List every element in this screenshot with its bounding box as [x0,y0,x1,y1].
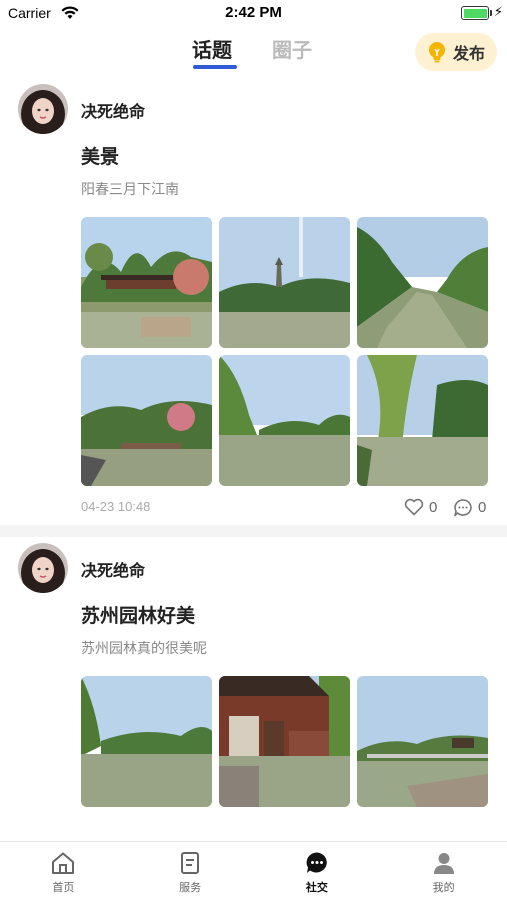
document-icon [181,852,200,874]
photo-thumbnail[interactable] [219,676,350,807]
post-divider [0,525,507,537]
post-body: 阳春三月下江南 [81,182,179,198]
person-icon [433,853,454,874]
lightbulb-icon [428,42,445,63]
post-body: 苏州园林真的很美呢 [81,641,207,657]
chat-bubble-icon [306,852,327,873]
photo-thumbnail[interactable] [81,676,212,807]
clock: 2:42 PM [225,4,282,21]
photo-grid [81,676,489,807]
photo-thumbnail[interactable] [357,676,488,807]
avatar[interactable] [18,543,68,593]
username[interactable]: 决死绝命 [81,557,145,581]
like-button[interactable]: 0 [404,498,437,516]
tab-topics[interactable]: 话题 [192,34,232,63]
photo-thumbnail[interactable] [219,355,350,486]
avatar[interactable] [18,84,68,134]
status-bar: Carrier 2:42 PM ⚡ [0,0,507,28]
tab-service[interactable]: 服务 [127,842,254,900]
photo-thumbnail[interactable] [357,217,488,348]
post-card[interactable]: 决死绝命 美景 阳春三月下江南 04-23 10:48 0 0 [0,78,507,525]
username[interactable]: 决死绝命 [81,98,145,122]
publish-button[interactable]: 发布 [415,33,497,71]
publish-label: 发布 [452,44,485,63]
tab-service-label: 服务 [179,881,202,894]
tab-profile[interactable]: 我的 [380,842,507,900]
bottom-tab-bar: 首页 服务 社交 我的 [0,841,507,900]
active-tab-indicator [193,65,237,69]
bolt-icon: ⚡ [493,5,503,20]
post-meta: 04-23 10:48 0 0 [81,498,489,518]
photo-thumbnail[interactable] [81,355,212,486]
photo-thumbnail[interactable] [81,217,212,348]
like-count: 0 [429,498,438,516]
home-icon [52,852,75,874]
post-feed[interactable]: 决死绝命 美景 阳春三月下江南 04-23 10:48 0 0 决死绝命 苏州园… [0,78,507,900]
photo-thumbnail[interactable] [357,355,488,486]
heart-icon [404,498,424,516]
tab-social[interactable]: 社交 [254,842,381,900]
post-title: 美景 [81,146,120,168]
tab-circles[interactable]: 圈子 [272,34,312,63]
tab-social-label: 社交 [305,881,328,894]
comment-button[interactable]: 0 [453,498,486,517]
top-tab-header: 话题 圈子 发布 [0,28,507,78]
comment-count: 0 [478,499,487,516]
tab-home[interactable]: 首页 [0,842,127,900]
photo-thumbnail[interactable] [219,217,350,348]
battery-icon [461,6,489,20]
post-date: 04-23 10:48 [81,499,151,514]
photo-grid [81,217,489,486]
tab-profile-label: 我的 [432,881,455,894]
post-title: 苏州园林好美 [81,605,196,627]
tab-home-label: 首页 [52,881,75,894]
comment-icon [454,499,472,517]
